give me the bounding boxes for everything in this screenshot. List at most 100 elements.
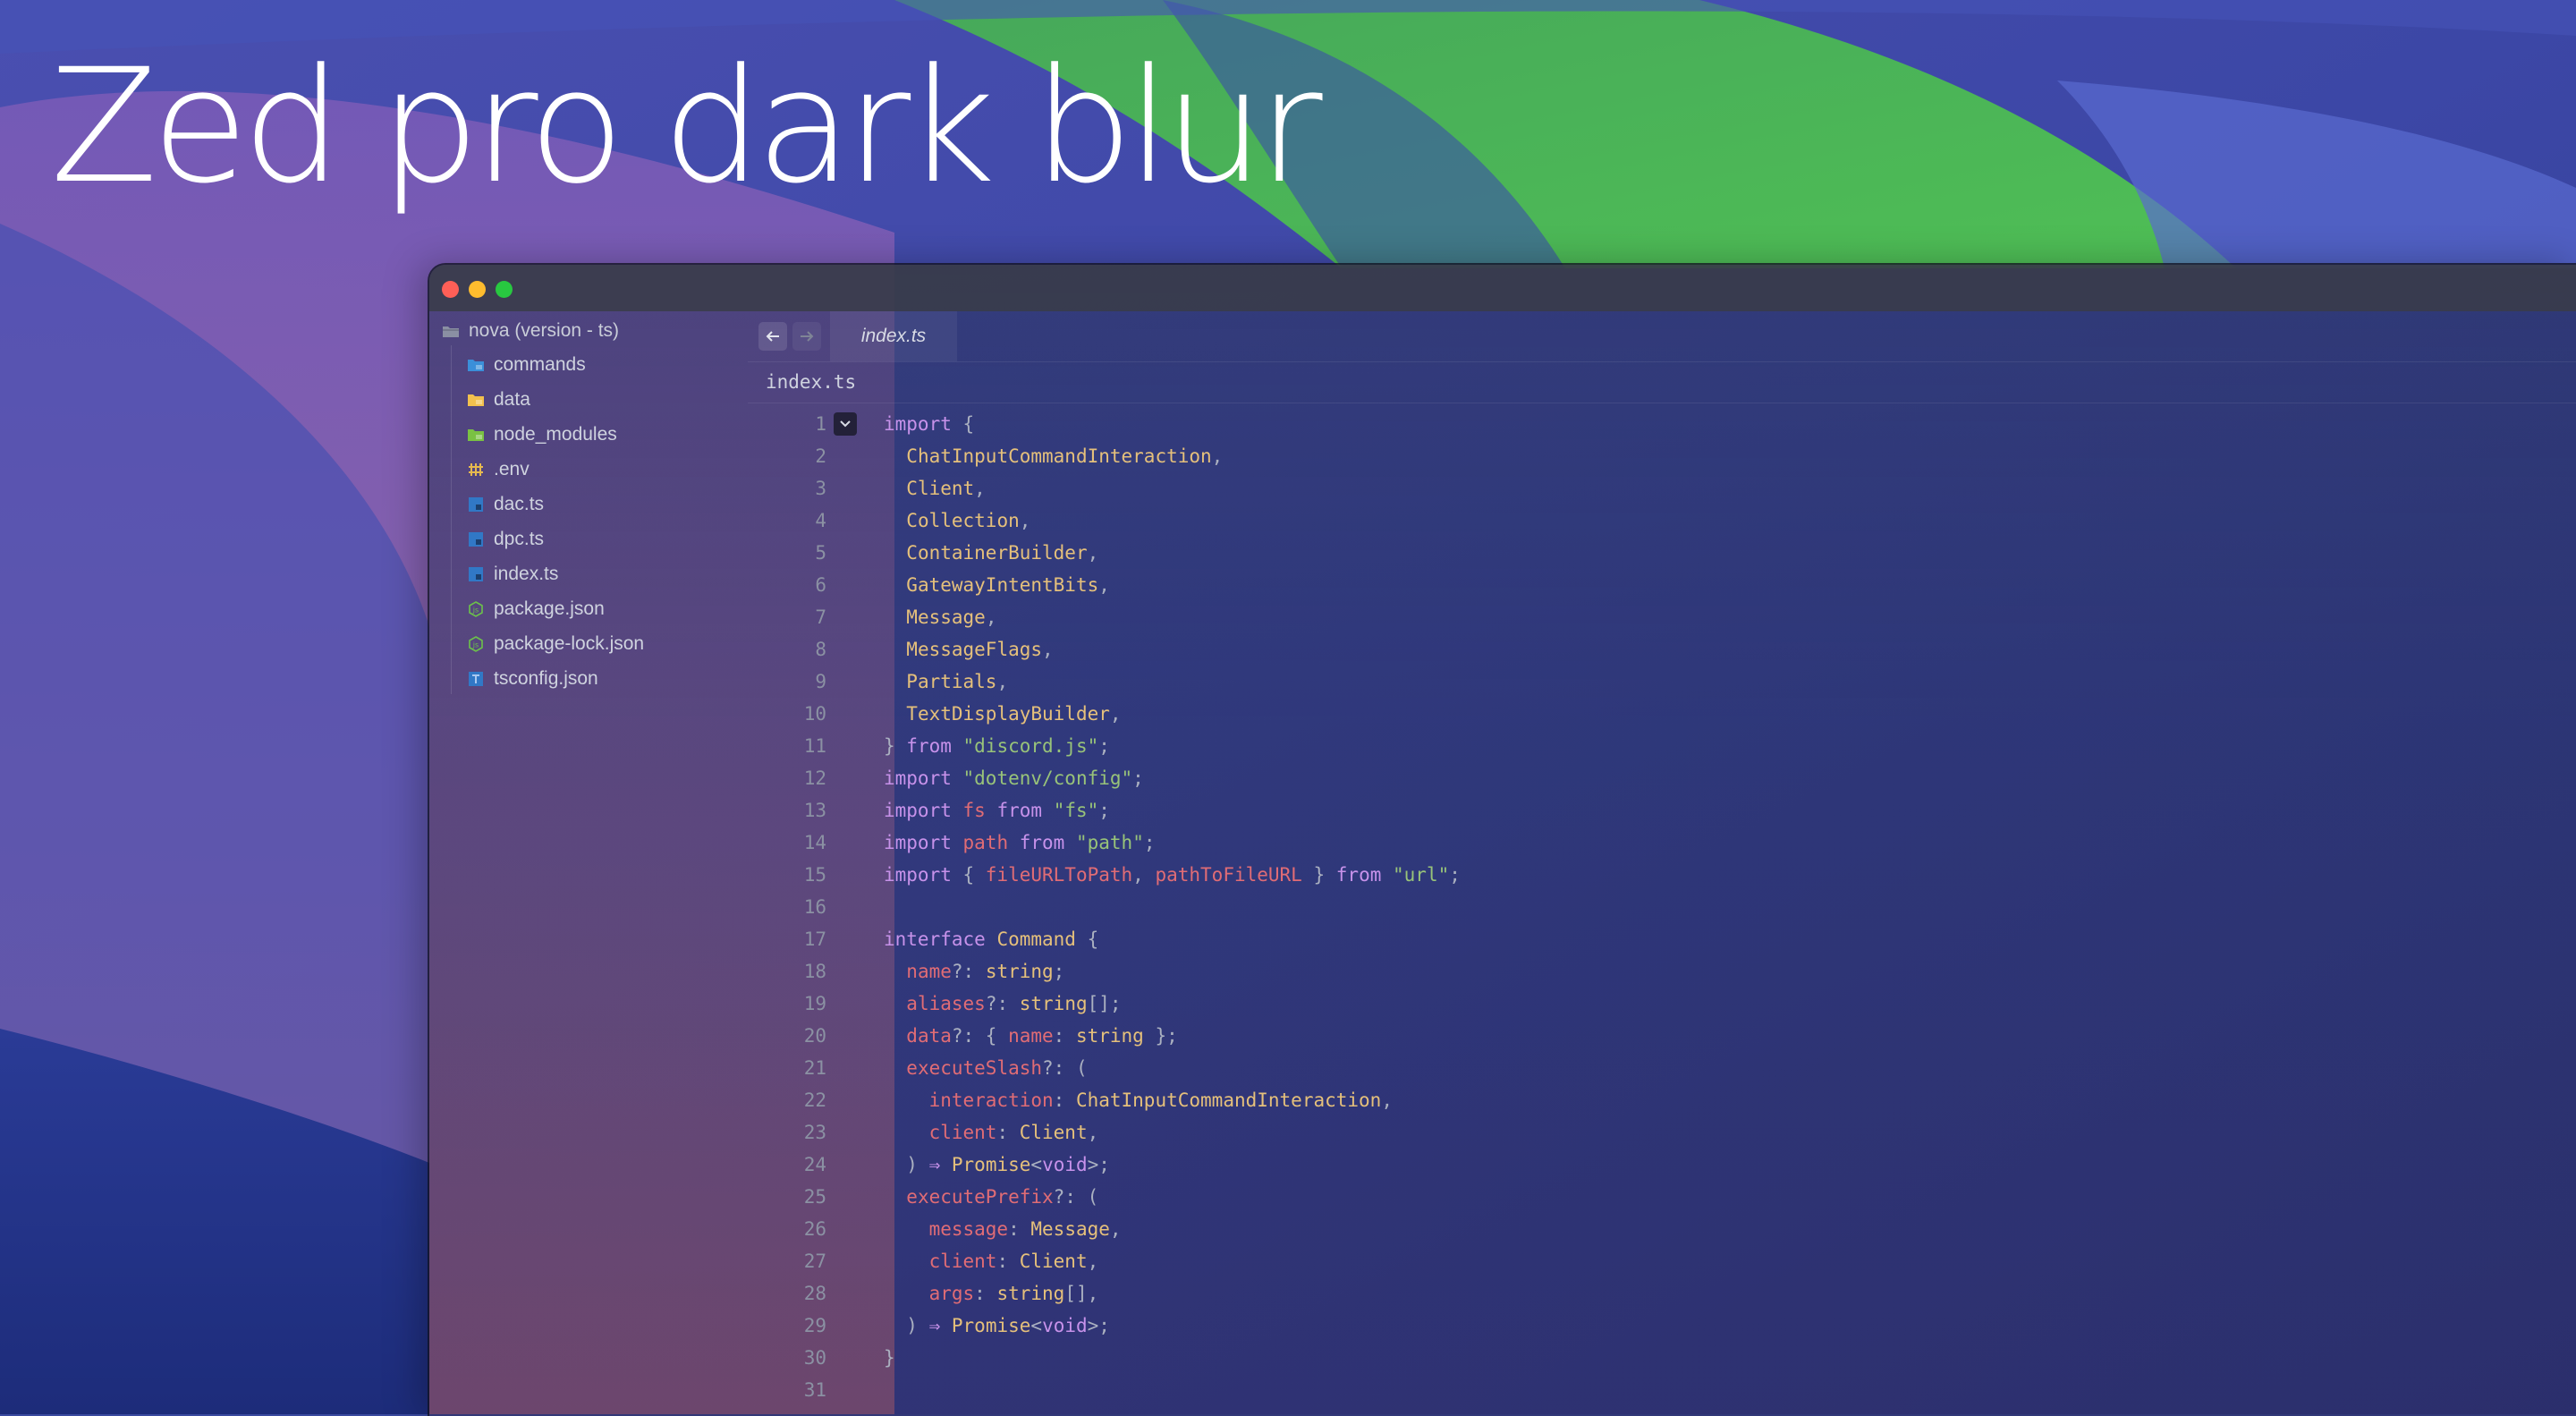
code-line[interactable]: 22 interaction: ChatInputCommandInteract… <box>748 1084 1393 1116</box>
code-line[interactable]: 18 name?: string; <box>748 955 1065 988</box>
code-line[interactable]: 16 <box>748 891 826 923</box>
line-number: 5 <box>815 542 826 564</box>
tree-item-package-json[interactable]: js package.json <box>467 593 605 625</box>
line-content: Collection, <box>884 510 1030 531</box>
chevron-down-icon <box>840 420 851 428</box>
code-line[interactable]: 24 ) ⇒ Promise<void>; <box>748 1149 1110 1181</box>
fold-toggle-button[interactable] <box>834 412 857 436</box>
breadcrumb[interactable]: index.ts <box>748 361 2576 403</box>
code-line[interactable]: 5 ContainerBuilder, <box>748 537 1098 569</box>
code-token: , <box>1098 574 1110 596</box>
code-token: , <box>1381 1090 1393 1111</box>
code-line[interactable]: 9 Partials, <box>748 666 1008 698</box>
line-content: client: Client, <box>884 1122 1099 1143</box>
line-content: import { <box>884 413 974 435</box>
code-token: , <box>996 671 1009 692</box>
code-line[interactable]: 17 interface Command { <box>748 923 1099 955</box>
code-line[interactable]: 28 args: string[], <box>748 1277 1099 1310</box>
code-line[interactable]: 1 import { <box>748 408 974 440</box>
code-token: , <box>985 606 997 628</box>
code-token: import <box>884 832 952 853</box>
tree-item-node-modules[interactable]: node_modules <box>467 419 617 451</box>
code-line[interactable]: 10 TextDisplayBuilder, <box>748 698 1122 730</box>
line-content: MessageFlags, <box>884 639 1053 660</box>
code-token: interaction <box>928 1090 1054 1111</box>
code-line[interactable]: 8 MessageFlags, <box>748 633 1053 666</box>
code-line[interactable]: 23 client: Client, <box>748 1116 1099 1149</box>
tree-item-package-lock-json[interactable]: js package-lock.json <box>467 628 644 660</box>
code-token: , <box>1109 703 1122 725</box>
line-number: 7 <box>815 606 826 628</box>
code-token: Collection <box>906 510 1020 531</box>
code-line[interactable]: 31 <box>748 1374 826 1406</box>
tree-item-tsconfig-json[interactable]: tsconfig.json <box>467 663 598 695</box>
code-token: import <box>884 767 952 789</box>
code-line[interactable]: 7 Message, <box>748 601 996 633</box>
typescript-file-icon <box>467 565 485 583</box>
line-number: 3 <box>815 478 826 499</box>
code-line[interactable]: 30} <box>748 1342 895 1374</box>
line-content: Message, <box>884 606 996 628</box>
code-line[interactable]: 4 Collection, <box>748 505 1030 537</box>
tree-item-dpc-ts[interactable]: dpc.ts <box>467 523 544 555</box>
code-line[interactable]: 6 GatewayIntentBits, <box>748 569 1110 601</box>
title-bar[interactable] <box>429 265 2576 311</box>
minimize-window-button[interactable] <box>469 281 486 298</box>
line-number: 6 <box>815 574 826 596</box>
code-token: "discord.js" <box>962 735 1099 757</box>
code-token: }; <box>1143 1025 1178 1047</box>
code-line[interactable]: 27 client: Client, <box>748 1245 1099 1277</box>
code-line[interactable]: 3 Client, <box>748 472 985 505</box>
tab-index-ts[interactable]: index.ts <box>830 311 957 361</box>
code-line[interactable]: 26 message: Message, <box>748 1213 1122 1245</box>
code-line[interactable]: 2 ChatInputCommandInteraction, <box>748 440 1223 472</box>
code-line[interactable]: 12 import "dotenv/config"; <box>748 762 1144 794</box>
navigate-forward-button[interactable] <box>792 322 821 351</box>
navigate-back-button[interactable] <box>758 322 787 351</box>
code-token: Client <box>906 478 975 499</box>
line-content: import "dotenv/config"; <box>884 767 1144 789</box>
folder-icon <box>467 426 485 444</box>
close-window-button[interactable] <box>442 281 459 298</box>
tree-item-data[interactable]: data <box>467 384 530 416</box>
tab-bar: index.ts <box>748 311 2576 362</box>
code-token: args <box>928 1283 975 1304</box>
code-line[interactable]: 19 aliases?: string[]; <box>748 988 1122 1020</box>
line-number: 9 <box>815 671 826 692</box>
tree-item-env[interactable]: .env <box>467 454 530 486</box>
line-number: 14 <box>803 832 826 853</box>
code-line[interactable]: 20 data?: { name: string }; <box>748 1020 1178 1052</box>
code-line[interactable]: 13 import fs from "fs"; <box>748 794 1110 827</box>
tree-item-label: data <box>494 389 530 410</box>
code-line[interactable]: 21 executeSlash?: ( <box>748 1052 1088 1084</box>
line-content: data?: { name: string }; <box>884 1025 1178 1047</box>
code-token: ChatInputCommandInteraction <box>1075 1090 1382 1111</box>
code-token: < <box>1030 1315 1043 1336</box>
maximize-window-button[interactable] <box>496 281 513 298</box>
tree-item-index-ts[interactable]: index.ts <box>467 558 558 590</box>
code-line[interactable]: 29 ) ⇒ Promise<void>; <box>748 1310 1110 1342</box>
code-line[interactable]: 14 import path from "path"; <box>748 827 1156 859</box>
code-token: from <box>906 735 952 757</box>
tree-item-label: commands <box>494 354 586 375</box>
tree-item-dac-ts[interactable]: dac.ts <box>467 488 544 521</box>
code-token: "path" <box>1075 832 1144 853</box>
code-line[interactable]: 11} from "discord.js"; <box>748 730 1110 762</box>
line-number: 12 <box>803 767 826 789</box>
line-content: name?: string; <box>884 961 1064 982</box>
line-number: 21 <box>803 1057 826 1079</box>
code-token: Message <box>906 606 986 628</box>
line-number: 25 <box>803 1186 826 1208</box>
code-line[interactable]: 15 import { fileURLToPath, pathToFileURL … <box>748 859 1461 891</box>
line-content: client: Client, <box>884 1251 1099 1272</box>
code-area[interactable]: 1 import {2 ChatInputCommandInteraction, 3… <box>748 408 2576 1416</box>
project-root[interactable]: nova (version - ts) <box>442 315 619 347</box>
code-line[interactable]: 25 executePrefix?: ( <box>748 1181 1099 1213</box>
tree-item-commands[interactable]: commands <box>467 349 586 381</box>
code-token: import <box>884 864 952 886</box>
